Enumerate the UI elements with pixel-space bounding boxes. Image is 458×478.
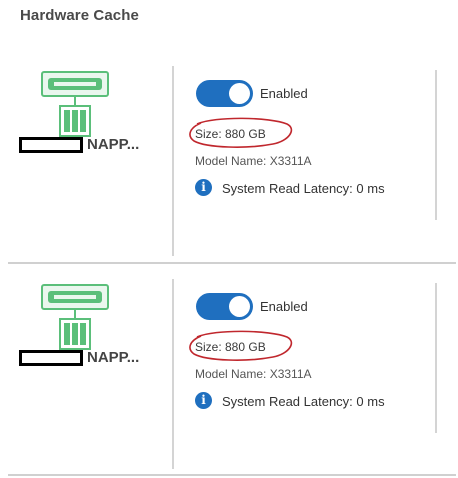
- node-name[interactable]: NAPP...: [19, 135, 159, 155]
- page-title: Hardware Cache: [20, 7, 139, 24]
- toggle-label: Enabled: [260, 86, 308, 101]
- red-annotation-circle: [189, 330, 293, 361]
- toggle-knob: [229, 296, 250, 317]
- redaction-box: [19, 350, 83, 366]
- redaction-box: [19, 137, 83, 153]
- hardware-cache-card: NAPP... Enabled Size: 880 GB Model Name:…: [10, 263, 458, 475]
- node-name[interactable]: NAPP...: [19, 348, 159, 368]
- model-name: Model Name: X3311A: [195, 367, 312, 381]
- enable-toggle[interactable]: [196, 293, 253, 320]
- latency-text: System Read Latency: 0 ms: [222, 394, 385, 409]
- card-divider: [8, 474, 456, 476]
- latency-row: i System Read Latency: 0 ms: [195, 391, 415, 411]
- enable-toggle[interactable]: [196, 80, 253, 107]
- node-name-text: NAPP...: [87, 349, 140, 366]
- model-name: Model Name: X3311A: [195, 154, 312, 168]
- toggle-knob: [229, 83, 250, 104]
- storage-node-icon: [41, 284, 109, 350]
- storage-node-icon: [41, 71, 109, 137]
- toggle-label: Enabled: [260, 299, 308, 314]
- red-annotation-circle: [189, 117, 293, 148]
- vertical-divider: [435, 283, 437, 433]
- info-icon[interactable]: i: [195, 179, 212, 196]
- latency-text: System Read Latency: 0 ms: [222, 181, 385, 196]
- info-icon[interactable]: i: [195, 392, 212, 409]
- node-name-text: NAPP...: [87, 136, 140, 153]
- vertical-divider: [435, 70, 437, 220]
- vertical-divider: [172, 279, 174, 469]
- vertical-divider: [172, 66, 174, 256]
- latency-row: i System Read Latency: 0 ms: [195, 178, 415, 198]
- hardware-cache-card: NAPP... Enabled Size: 880 GB Model Name:…: [10, 50, 458, 262]
